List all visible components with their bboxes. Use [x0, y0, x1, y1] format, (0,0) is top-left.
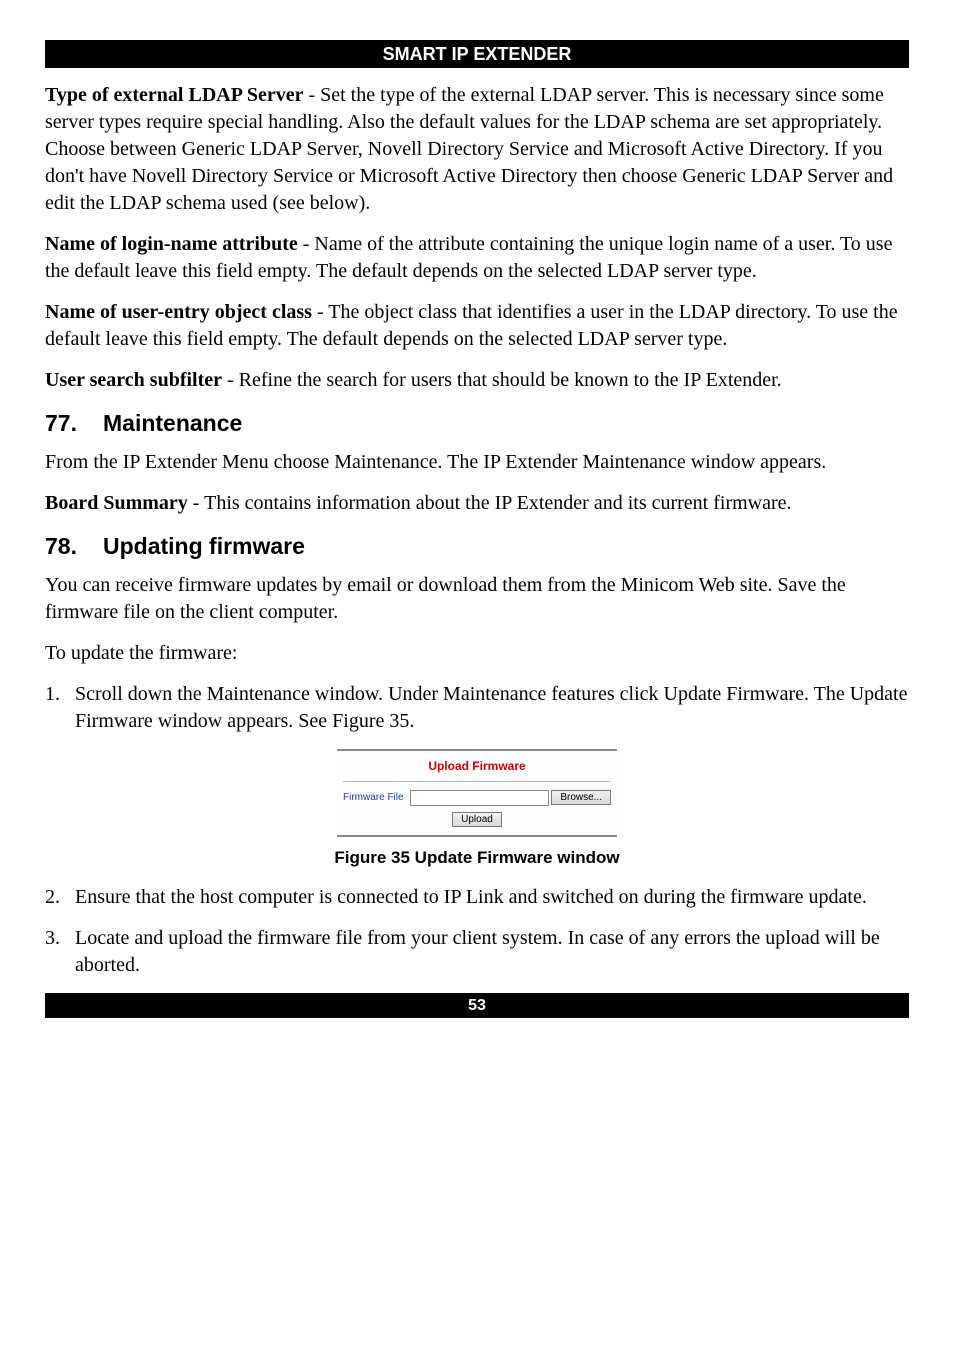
body-text: - This contains information about the IP… — [188, 492, 792, 514]
browse-button[interactable]: Browse... — [551, 790, 611, 805]
upload-firmware-dialog: Upload Firmware Firmware File Browse... … — [337, 749, 617, 836]
bold-label: Type of external LDAP Server — [45, 84, 303, 106]
firmware-file-input[interactable] — [410, 790, 550, 806]
page-header: SMART IP EXTENDER — [45, 40, 909, 68]
step-1: Scroll down the Maintenance window. Unde… — [45, 681, 909, 735]
paragraph-ldap-type: Type of external LDAP Server - Set the t… — [45, 82, 909, 217]
section-title: Maintenance — [103, 410, 242, 436]
body-text: - Refine the search for users that shoul… — [222, 369, 782, 391]
section-78-heading: 78.Updating firmware — [45, 531, 909, 562]
paragraph-firmware-intro: You can receive firmware updates by emai… — [45, 572, 909, 626]
upload-dialog-title: Upload Firmware — [343, 755, 611, 781]
bold-label: Name of user-entry object class — [45, 301, 312, 323]
step-2: Ensure that the host computer is connect… — [45, 884, 909, 911]
bold-label: Board Summary — [45, 492, 188, 514]
steps-list: Scroll down the Maintenance window. Unde… — [45, 681, 909, 735]
page-footer: 53 — [45, 993, 909, 1019]
section-number: 77. — [45, 408, 103, 439]
steps-list-cont: Ensure that the host computer is connect… — [45, 884, 909, 979]
step-3: Locate and upload the firmware file from… — [45, 925, 909, 979]
paragraph-to-update: To update the firmware: — [45, 640, 909, 667]
firmware-file-label: Firmware File — [343, 791, 404, 805]
section-number: 78. — [45, 531, 103, 562]
paragraph-board-summary: Board Summary - This contains informatio… — [45, 490, 909, 517]
figure-35-caption: Figure 35 Update Firmware window — [45, 847, 909, 870]
upload-button[interactable]: Upload — [452, 812, 502, 827]
paragraph-search-subfilter: User search subfilter - Refine the searc… — [45, 367, 909, 394]
section-title: Updating firmware — [103, 533, 305, 559]
file-input-row: Firmware File Browse... — [343, 790, 611, 806]
paragraph-user-entry-class: Name of user-entry object class - The ob… — [45, 299, 909, 353]
paragraph-login-name-attr: Name of login-name attribute - Name of t… — [45, 231, 909, 285]
section-77-heading: 77.Maintenance — [45, 408, 909, 439]
figure-35: Upload Firmware Firmware File Browse... … — [45, 749, 909, 836]
bold-label: Name of login-name attribute — [45, 233, 298, 255]
paragraph-maintenance-intro: From the IP Extender Menu choose Mainten… — [45, 449, 909, 476]
bold-label: User search subfilter — [45, 369, 222, 391]
